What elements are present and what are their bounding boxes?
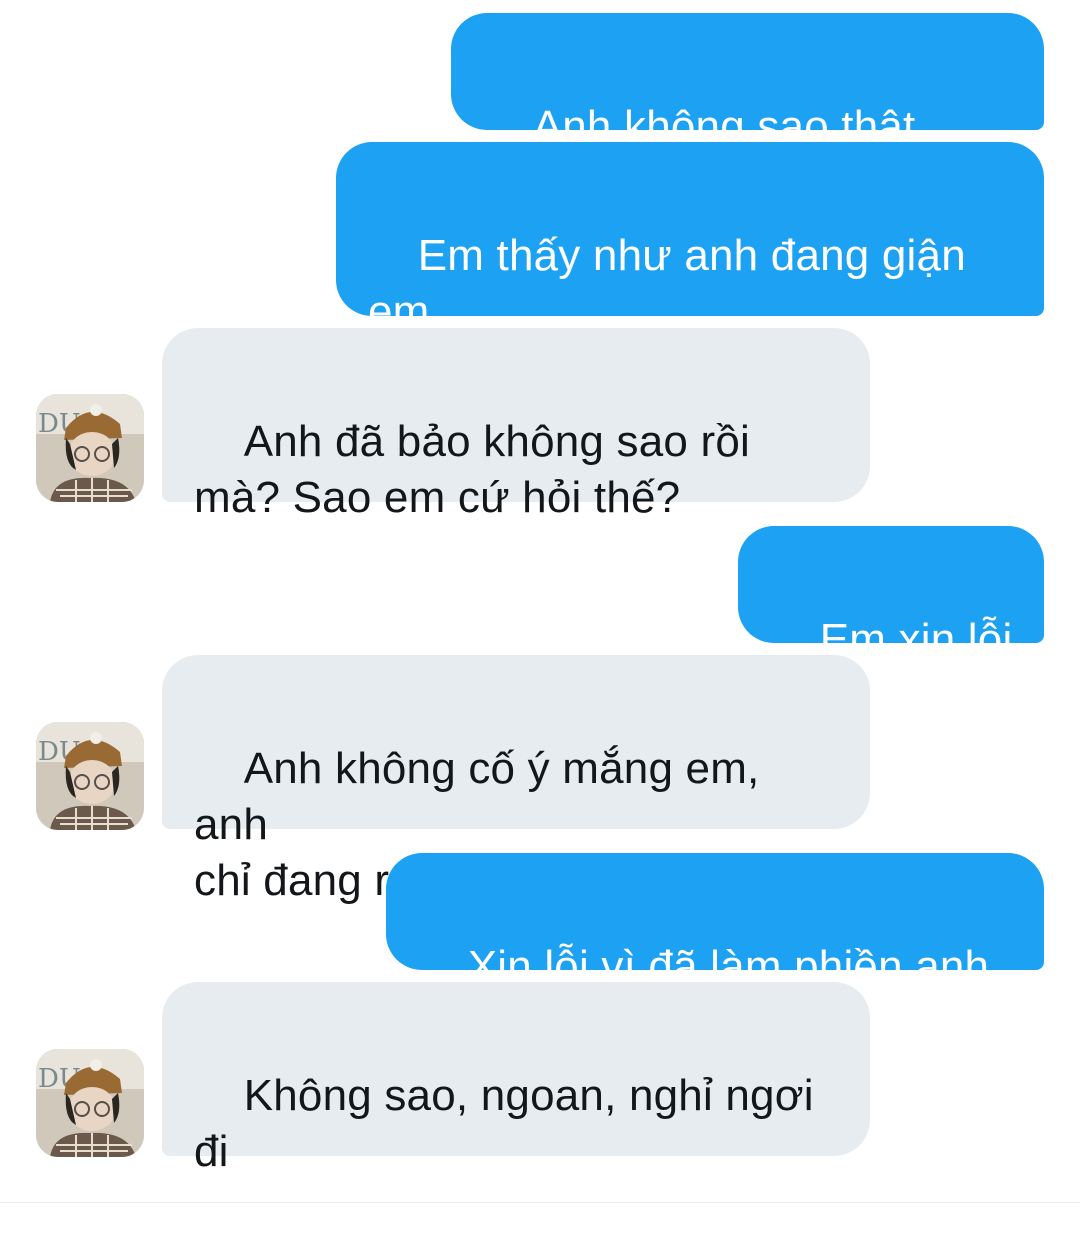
avatar-photo-icon: DU — [36, 394, 144, 502]
contact-avatar[interactable]: DU — [36, 394, 144, 502]
message-thread: Anh không sao thật chứ? Em thấy như anh … — [0, 0, 1080, 1205]
avatar-photo-icon: DU — [36, 1049, 144, 1157]
bottom-divider — [0, 1202, 1080, 1203]
sent-message-bubble[interactable]: Anh không sao thật chứ? — [451, 13, 1044, 207]
sent-message-bubble[interactable]: Xin lỗi vì đã làm phiền anh ạ — [386, 853, 1044, 1047]
sent-message-bubble[interactable]: Em thấy như anh đang giận em — [336, 142, 1044, 336]
message-text: Anh đã bảo không sao rồi mà? Sao em cứ h… — [194, 417, 750, 522]
message-text: Không sao, ngoan, nghỉ ngơi đi — [194, 1071, 814, 1176]
contact-avatar[interactable]: DU — [36, 1049, 144, 1157]
message-text: Em thấy như anh đang giận em — [368, 231, 966, 336]
received-message-bubble[interactable]: Anh không cố ý mắng em, anh chỉ đang rất… — [162, 655, 870, 905]
sent-message-bubble[interactable]: Em xin lỗi ạ — [738, 526, 1044, 720]
received-message-bubble[interactable]: Không sao, ngoan, nghỉ ngơi đi — [162, 982, 870, 1176]
contact-avatar[interactable]: DU — [36, 722, 144, 830]
received-message-bubble[interactable]: Anh đã bảo không sao rồi mà? Sao em cứ h… — [162, 328, 870, 522]
avatar-photo-icon: DU — [36, 722, 144, 830]
